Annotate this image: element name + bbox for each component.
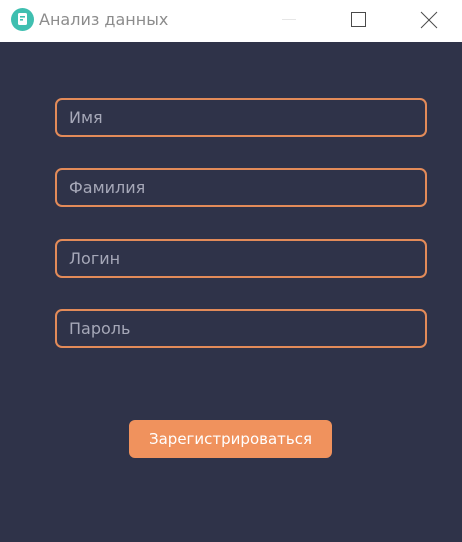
window-title: Анализ данных bbox=[39, 10, 169, 29]
maximize-icon bbox=[351, 12, 366, 27]
close-icon bbox=[420, 11, 438, 29]
title-bar: Анализ данных bbox=[0, 0, 462, 42]
password-input[interactable] bbox=[57, 311, 425, 346]
login-input[interactable] bbox=[57, 241, 425, 276]
minimize-icon bbox=[282, 19, 296, 20]
last-name-input[interactable] bbox=[57, 170, 425, 205]
first-name-input[interactable] bbox=[57, 100, 425, 135]
maximize-button[interactable] bbox=[335, 0, 381, 42]
password-field bbox=[55, 309, 427, 348]
minimize-button[interactable] bbox=[265, 0, 311, 42]
register-button[interactable]: Зарегистрироваться bbox=[129, 420, 332, 458]
last-name-field bbox=[55, 168, 427, 207]
analytics-app-icon bbox=[11, 8, 34, 31]
login-field bbox=[55, 239, 427, 278]
close-button[interactable] bbox=[405, 0, 451, 42]
first-name-field bbox=[55, 98, 427, 137]
